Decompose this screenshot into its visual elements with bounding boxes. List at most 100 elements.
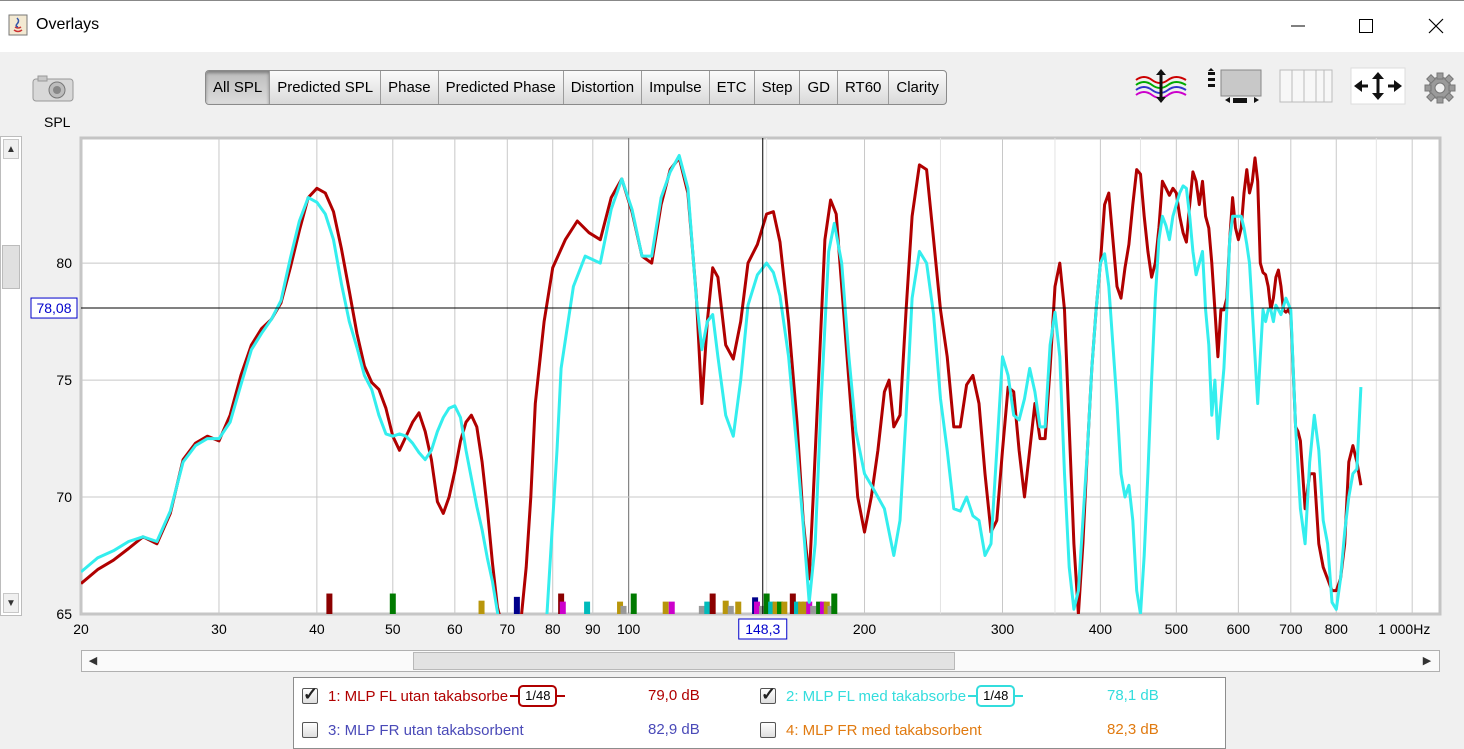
x-tick-label: 100 [617, 621, 641, 637]
y-tick-label: 80 [56, 255, 72, 271]
pan-zoom-arrows-icon[interactable] [1350, 66, 1406, 106]
smoothing-line-right [1015, 695, 1024, 697]
window-top-border [0, 0, 1464, 1]
tab-clarity[interactable]: Clarity [889, 71, 946, 104]
measurement-3-checkbox[interactable] [302, 722, 318, 738]
maximize-button[interactable] [1346, 10, 1386, 42]
resonance-marker [559, 601, 566, 614]
x-tick-label: 500 [1165, 621, 1189, 637]
gear-icon[interactable] [1420, 66, 1460, 106]
smoothing-2-label: 1/48 [976, 685, 1016, 707]
x-tick-label: 200 [853, 621, 877, 637]
tab-step[interactable]: Step [755, 71, 801, 104]
tab-all-spl[interactable]: All SPL [206, 71, 271, 104]
measurement-2-checkbox[interactable] [760, 684, 776, 705]
x-tick-label: 700 [1279, 621, 1303, 637]
grid-columns-icon[interactable] [1278, 66, 1334, 106]
smoothing-indicator-1[interactable]: 1/48 [510, 685, 566, 707]
scroll-left-arrow[interactable]: ◀ [83, 652, 103, 670]
measurement-1-label: 1: MLP FL utan takabsorbe [328, 687, 509, 705]
smoothing-line-right [557, 695, 566, 697]
measurement-3-label: 3: MLP FR utan takabsorbent [328, 721, 524, 739]
measurement-4-label: 4: MLP FR med takabsorbent [786, 721, 982, 739]
tab-etc[interactable]: ETC [710, 71, 755, 104]
horizontal-scroll-thumb[interactable] [413, 652, 955, 670]
title-bar: Overlays [0, 0, 1464, 52]
resonance-marker [668, 601, 675, 614]
y-tick-label: 65 [56, 606, 72, 622]
x-tick-label: 80 [545, 621, 561, 637]
close-button[interactable] [1416, 10, 1456, 42]
x-tick-label: 90 [585, 621, 601, 637]
graph-layout-icon[interactable] [1205, 66, 1263, 106]
tab-rt60[interactable]: RT60 [838, 71, 890, 104]
resonance-marker [326, 593, 333, 614]
legend-item-3: 3: MLP FR utan takabsorbent [302, 718, 524, 742]
tab-phase[interactable]: Phase [381, 71, 439, 104]
x-tick-label: 600 [1227, 621, 1251, 637]
resonance-marker [810, 605, 817, 614]
graph-type-label: SPL [44, 114, 71, 130]
measurement-4-checkbox[interactable] [760, 722, 776, 738]
resonance-marker [513, 596, 520, 614]
resonance-marker [727, 605, 734, 614]
x-tick-label: 50 [385, 621, 401, 637]
smoothing-indicator-2[interactable]: 1/48 [968, 685, 1024, 707]
resonance-marker [389, 593, 396, 614]
smoothing-line-left [510, 695, 519, 697]
spl-overlay-chart[interactable]: 65 70 75 80 20 30 40 50 60 70 80 90 100 200 300 400 500 6… [0, 132, 1464, 648]
x-tick-label: 40 [309, 621, 325, 637]
legend-item-1: 1: MLP FL utan takabsorbe 1/48 [302, 684, 566, 708]
graph-tabs: All SPL Predicted SPL Phase Predicted Phase… [205, 70, 947, 105]
smoothing-line-left [968, 695, 977, 697]
legend-row: 1: MLP FL utan takabsorbe 1/48 79,0 dB 2… [294, 684, 1225, 708]
measurement-2-value: 78,1 dB [1107, 687, 1159, 704]
window-title: Overlays [36, 16, 100, 33]
measurement-1-checkbox[interactable] [302, 684, 318, 705]
measurement-legend: 1: MLP FL utan takabsorbe 1/48 79,0 dB 2… [293, 677, 1226, 749]
y-tick-label: 75 [56, 372, 72, 388]
measurement-4-value: 82,3 dB [1107, 721, 1159, 738]
resonance-marker [704, 601, 711, 614]
resonance-marker [584, 601, 591, 614]
measurement-3-value: 82,9 dB [648, 721, 700, 738]
java-app-icon [8, 14, 28, 36]
camera-icon[interactable] [30, 70, 78, 106]
legend-item-4: 4: MLP FR med takabsorbent [760, 718, 982, 742]
resonance-marker [781, 601, 788, 614]
tab-predicted-phase[interactable]: Predicted Phase [439, 71, 564, 104]
cursor-x-readout: 148,3 [745, 621, 780, 637]
y-tick-label: 70 [56, 489, 72, 505]
resonance-marker [831, 593, 838, 614]
resonance-marker [620, 605, 627, 614]
x-tick-label: 400 [1089, 621, 1113, 637]
x-tick-label: 800 [1325, 621, 1349, 637]
x-tick-label: 20 [73, 621, 89, 637]
trace-arrange-icon[interactable] [1133, 66, 1189, 106]
tab-gd[interactable]: GD [800, 71, 838, 104]
resonance-marker [662, 601, 669, 614]
scroll-right-arrow[interactable]: ▶ [1417, 652, 1437, 670]
measurement-1-value: 79,0 dB [648, 687, 700, 704]
smoothing-1-label: 1/48 [518, 685, 558, 707]
resonance-marker [478, 600, 485, 614]
cursor-y-readout: 78,08 [36, 300, 71, 316]
resonance-marker [630, 593, 637, 614]
legend-row: 3: MLP FR utan takabsorbent 82,9 dB 4: M… [294, 718, 1225, 742]
x-tick-label: 300 [991, 621, 1015, 637]
x-tick-label: 30 [211, 621, 227, 637]
x-tick-label: 70 [500, 621, 516, 637]
tab-impulse[interactable]: Impulse [642, 71, 710, 104]
resonance-marker [709, 593, 716, 614]
minimize-button[interactable] [1278, 10, 1318, 42]
resonance-marker [698, 605, 705, 614]
measurement-2-label: 2: MLP FL med takabsorbe [786, 687, 967, 705]
horizontal-scrollbar[interactable]: ◀ ▶ [81, 650, 1440, 672]
tab-distortion[interactable]: Distortion [564, 71, 643, 104]
legend-item-2: 2: MLP FL med takabsorbe 1/48 [760, 684, 1024, 708]
x-tick-label: 60 [447, 621, 463, 637]
plot-area [79, 136, 1442, 616]
resonance-marker [735, 601, 742, 614]
x-tick-label: 1 000Hz [1378, 621, 1430, 637]
tab-predicted-spl[interactable]: Predicted SPL [270, 71, 382, 104]
